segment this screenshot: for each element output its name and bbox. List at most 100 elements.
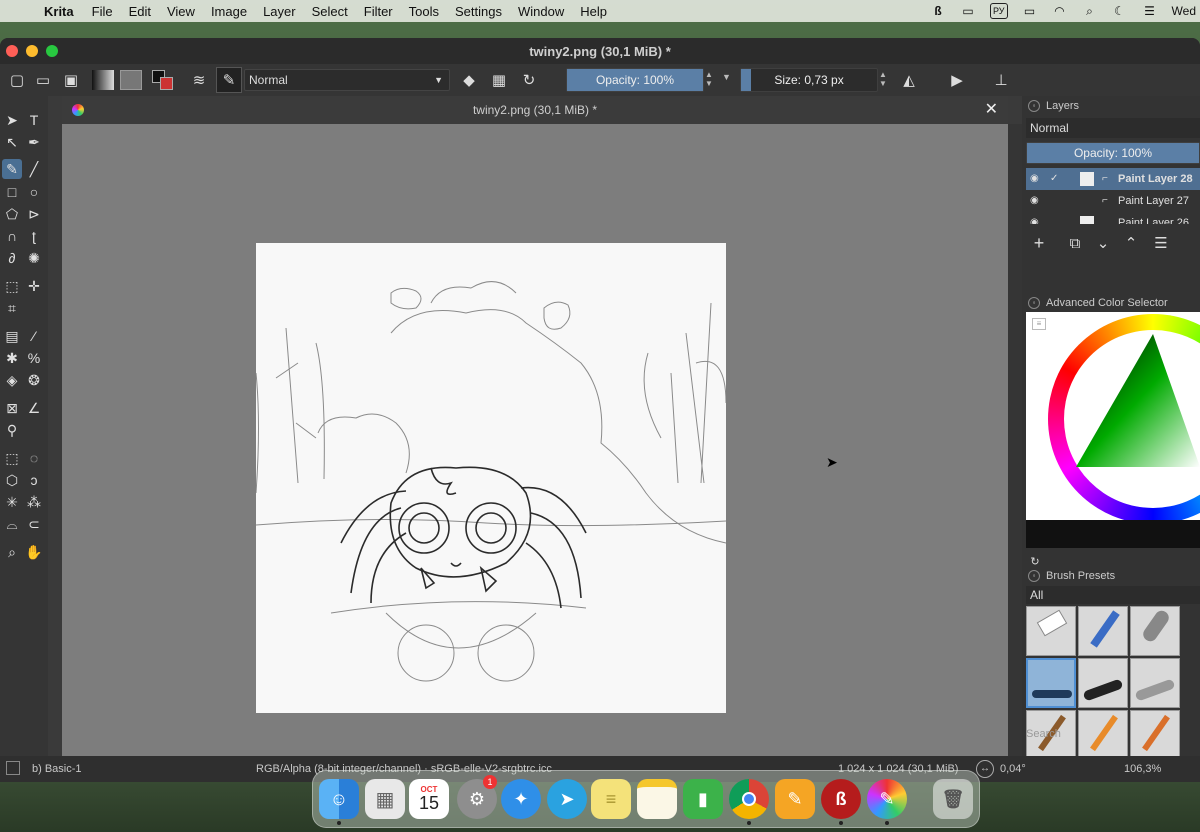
wrap-around-icon[interactable]: ⊥: [988, 67, 1014, 93]
rectangular-selection-tool-icon[interactable]: ⬚: [2, 448, 22, 468]
eraser-mode-icon[interactable]: ◆: [456, 67, 482, 93]
edit-shapes-tool-icon[interactable]: ↖: [2, 132, 22, 152]
menu-settings[interactable]: Settings: [455, 4, 502, 19]
drawing-canvas[interactable]: [255, 243, 727, 713]
focus-moon-icon[interactable]: ☾: [1112, 3, 1128, 19]
duplicate-layer-icon[interactable]: ⧉: [1062, 230, 1088, 256]
add-layer-icon[interactable]: +: [1026, 230, 1052, 256]
polygonal-selection-tool-icon[interactable]: ⬡: [2, 470, 22, 490]
stickies-icon[interactable]: ≡: [591, 779, 631, 819]
reference-images-tool-icon[interactable]: ⚲: [2, 420, 22, 440]
finder-icon[interactable]: ☺: [319, 779, 359, 819]
layer-properties-icon[interactable]: ☰: [1148, 230, 1174, 256]
layer-row[interactable]: ◉ Paint Layer 26: [1026, 212, 1200, 224]
trash-icon[interactable]: 🗑: [933, 779, 973, 819]
save-document-icon[interactable]: ▣: [58, 67, 84, 93]
opacity-chevron-down-icon[interactable]: ▼: [722, 72, 731, 82]
clock[interactable]: Wed: [1172, 4, 1196, 18]
preserve-alpha-icon[interactable]: ▦: [486, 67, 512, 93]
layer-row[interactable]: ◉ ✓ ⌐ Paint Layer 28: [1026, 168, 1200, 190]
vk-icon[interactable]: ß: [821, 779, 861, 819]
layer-blend-mode-select[interactable]: Normal: [1026, 118, 1200, 138]
menu-view[interactable]: View: [167, 4, 195, 19]
size-slider[interactable]: Size: 0,73 px: [740, 68, 878, 92]
docker-lock-icon[interactable]: ◦: [1028, 297, 1040, 309]
telegram-icon[interactable]: ➤: [547, 779, 587, 819]
eye-icon[interactable]: ◉: [1030, 212, 1044, 224]
colorize-mask-tool-icon[interactable]: ✱: [2, 348, 22, 368]
layer-opacity-slider[interactable]: Opacity: 100%: [1026, 142, 1200, 164]
brush-preset-marker[interactable]: [1130, 658, 1180, 708]
smart-patch-tool-icon[interactable]: %: [24, 348, 44, 368]
new-document-icon[interactable]: ▢: [4, 67, 30, 93]
color-picker-tool-icon[interactable]: ⁄: [24, 326, 44, 346]
reload-preset-icon[interactable]: ↻: [516, 67, 542, 93]
numbers-icon[interactable]: ▮: [683, 779, 723, 819]
wifi-icon[interactable]: ◠: [1052, 3, 1068, 19]
brush-preset-airbrush[interactable]: [1078, 606, 1128, 656]
spotlight-icon[interactable]: ⌕: [1082, 3, 1098, 19]
brush-preset-basic-1[interactable]: [1026, 658, 1076, 708]
measure-tool-icon[interactable]: ∠: [24, 398, 44, 418]
calligraphy-tool-icon[interactable]: ✒: [24, 132, 44, 152]
move-layer-up-icon[interactable]: ⌃: [1118, 230, 1144, 256]
brush-preset-search-input[interactable]: Search: [1026, 728, 1061, 740]
eye-icon[interactable]: ◉: [1030, 168, 1044, 190]
freehand-selection-tool-icon[interactable]: ↄ: [24, 470, 44, 490]
menu-file[interactable]: File: [92, 4, 113, 19]
brush-settings-icon[interactable]: ≋: [186, 67, 212, 93]
docker-lock-icon[interactable]: ◦: [1028, 570, 1040, 582]
vertical-scrollbar[interactable]: [1008, 124, 1022, 782]
safari-icon[interactable]: ✦: [501, 779, 541, 819]
freehand-brush-tool-icon[interactable]: ✎: [2, 159, 22, 179]
enclose-fill-tool-icon[interactable]: ❂: [24, 370, 44, 390]
similar-color-selection-tool-icon[interactable]: ⁂: [24, 492, 44, 512]
bezier-tool-icon[interactable]: ∩: [2, 226, 22, 246]
minimize-window-button[interactable]: [26, 45, 38, 57]
fill-tool-icon[interactable]: ◈: [2, 370, 22, 390]
status-zoom[interactable]: 106,3%: [1124, 763, 1161, 775]
docker-lock-icon[interactable]: ◦: [1028, 100, 1040, 112]
vk-status-icon[interactable]: ß: [930, 3, 946, 19]
open-document-icon[interactable]: ▭: [30, 67, 56, 93]
move-tool-icon[interactable]: ✛: [24, 276, 44, 296]
checkmark-icon[interactable]: ✓: [1050, 168, 1058, 190]
dynamic-brush-tool-icon[interactable]: ∂: [2, 248, 22, 268]
pages-icon[interactable]: ✎: [775, 779, 815, 819]
gradient-swatch[interactable]: [92, 70, 114, 90]
close-window-button[interactable]: [6, 45, 18, 57]
brush-preset-filter-select[interactable]: All: [1026, 586, 1200, 604]
size-stepper[interactable]: ▲ ▼: [879, 70, 887, 88]
brush-preset-soft[interactable]: [1130, 606, 1180, 656]
transform-tool-icon[interactable]: ⬚: [2, 276, 22, 296]
multibrush-tool-icon[interactable]: ✺: [24, 248, 44, 268]
zoom-tool-icon[interactable]: ⌕: [2, 542, 22, 562]
menu-help[interactable]: Help: [580, 4, 607, 19]
brush-preset-detail[interactable]: [1130, 710, 1180, 760]
polygon-tool-icon[interactable]: ⬠: [2, 204, 22, 224]
rotation-icon[interactable]: ↔: [976, 760, 994, 778]
brush-preset-eraser[interactable]: [1026, 606, 1076, 656]
contiguous-selection-tool-icon[interactable]: ✳: [2, 492, 22, 512]
text-tool-icon[interactable]: T: [24, 110, 44, 130]
document-tab[interactable]: twiny2.png (30,1 MiB) * ✕: [62, 96, 1008, 124]
magnetic-selection-tool-icon[interactable]: ⊂: [24, 514, 44, 534]
launchpad-icon[interactable]: ▦: [365, 779, 405, 819]
bezier-selection-tool-icon[interactable]: ⌓: [2, 514, 22, 534]
menu-layer[interactable]: Layer: [263, 4, 296, 19]
ellipse-tool-icon[interactable]: ○: [24, 182, 44, 202]
crop-tool-icon[interactable]: ⌗: [2, 298, 22, 318]
color-wheel[interactable]: ≡: [1026, 312, 1200, 520]
freehand-path-tool-icon[interactable]: ʈ: [24, 226, 44, 246]
menu-edit[interactable]: Edit: [129, 4, 151, 19]
opacity-slider[interactable]: Opacity: 100%: [566, 68, 704, 92]
select-shapes-tool-icon[interactable]: ➤: [2, 110, 22, 130]
notes-icon[interactable]: [637, 779, 677, 819]
brush-preset-icon[interactable]: ✎: [216, 67, 242, 93]
pattern-swatch[interactable]: [120, 70, 142, 90]
menu-tools[interactable]: Tools: [409, 4, 439, 19]
krita-icon[interactable]: ✎: [867, 779, 907, 819]
rectangle-tool-icon[interactable]: □: [2, 182, 22, 202]
menu-select[interactable]: Select: [312, 4, 348, 19]
menu-window[interactable]: Window: [518, 4, 564, 19]
